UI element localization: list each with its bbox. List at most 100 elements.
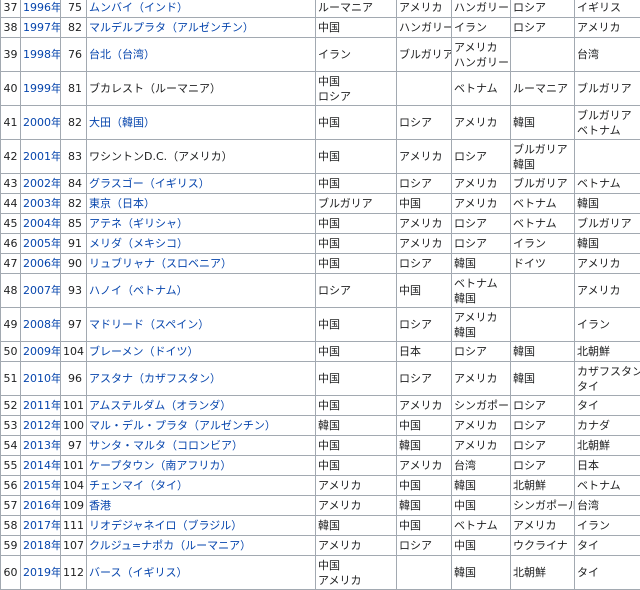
year-cell: 2005年 xyxy=(21,234,61,254)
host-city-link[interactable]: サンタ・マルタ（コロンビア） xyxy=(89,439,243,452)
year-link[interactable]: 2018年 xyxy=(23,539,61,552)
year-link[interactable]: 2002年 xyxy=(23,177,61,190)
table-row: 462005年91メリダ（メキシコ）中国アメリカロシアイラン韓国 xyxy=(1,234,640,254)
host-city-link[interactable]: アテネ（ギリシャ） xyxy=(89,217,188,230)
host-city-link[interactable]: メリダ（メキシコ） xyxy=(89,237,188,250)
host-city-link[interactable]: ハノイ（ベトナム） xyxy=(89,284,188,297)
country-name: 中国 xyxy=(399,418,449,433)
year-link[interactable]: 2000年 xyxy=(23,116,61,129)
country-count: 100 xyxy=(61,416,87,436)
host-city-link[interactable]: ケープタウン（南アフリカ） xyxy=(89,459,231,472)
year-link[interactable]: 1996年 xyxy=(23,1,61,14)
year-link[interactable]: 1997年 xyxy=(23,21,61,34)
year-link[interactable]: 2015年 xyxy=(23,479,61,492)
country-name: 中国 xyxy=(318,176,394,191)
year-cell: 2010年 xyxy=(21,362,61,396)
country-name: 台湾 xyxy=(577,47,638,62)
edition-number: 49 xyxy=(1,308,21,342)
rank-1-cell: 中国 xyxy=(316,396,397,416)
rank-5-cell: 台湾 xyxy=(575,496,640,516)
rank-4-cell: 韓国 xyxy=(511,342,575,362)
host-city: ブレーメン（ドイツ） xyxy=(87,342,316,362)
country-name: ドイツ xyxy=(513,256,572,271)
country-name: ベトナム xyxy=(454,518,508,533)
year-link[interactable]: 2013年 xyxy=(23,439,61,452)
country-name: イラン xyxy=(577,317,638,332)
year-link[interactable]: 2016年 xyxy=(23,499,61,512)
year-link[interactable]: 2007年 xyxy=(23,284,61,297)
country-name: ベトナム xyxy=(577,176,638,191)
host-city-link[interactable]: 香港 xyxy=(89,499,111,512)
country-name: 韓国 xyxy=(454,256,508,271)
host-city-link[interactable]: マルデルプラタ（アルゼンチン） xyxy=(89,21,254,34)
country-count: 93 xyxy=(61,274,87,308)
host-city-link[interactable]: グラスゴー（イギリス） xyxy=(89,177,210,190)
year-link[interactable]: 2012年 xyxy=(23,419,61,432)
country-count: 97 xyxy=(61,436,87,456)
year-cell: 2002年 xyxy=(21,174,61,194)
table-row: 532012年100マル・デル・プラタ（アルゼンチン）韓国中国アメリカロシアカナ… xyxy=(1,416,640,436)
rank-4-cell: ベトナム xyxy=(511,194,575,214)
rank-3-cell: 中国 xyxy=(452,536,511,556)
country-name: 韓国 xyxy=(454,325,508,340)
rank-2-cell: 中国 xyxy=(397,476,452,496)
host-city-link[interactable]: リュブリャナ（スロベニア） xyxy=(89,257,232,270)
host-city-link[interactable]: 大田（韓国） xyxy=(89,116,155,129)
host-city-link[interactable]: アスタナ（カザフスタン） xyxy=(89,372,221,385)
rank-4-cell: 韓国 xyxy=(511,106,575,140)
country-name: ロシア xyxy=(513,458,572,473)
rank-3-cell: ロシア xyxy=(452,342,511,362)
rank-3-cell: 台湾 xyxy=(452,456,511,476)
country-name: アメリカ xyxy=(399,216,449,231)
rank-5-cell: 台湾 xyxy=(575,38,640,72)
year-link[interactable]: 2011年 xyxy=(23,399,61,412)
country-name: アメリカ xyxy=(318,538,394,553)
year-link[interactable]: 2019年 xyxy=(23,566,61,579)
country-name: ハンガリー xyxy=(454,55,508,70)
rank-2-cell: ロシア xyxy=(397,536,452,556)
year-link[interactable]: 2017年 xyxy=(23,519,61,532)
rank-2-cell: 日本 xyxy=(397,342,452,362)
year-link[interactable]: 1999年 xyxy=(23,82,61,95)
rank-3-cell: アメリカ xyxy=(452,106,511,140)
country-name: 中国 xyxy=(318,317,394,332)
year-link[interactable]: 2009年 xyxy=(23,345,61,358)
host-city-link[interactable]: ブレーメン（ドイツ） xyxy=(89,345,199,358)
host-city: マルデルプラタ（アルゼンチン） xyxy=(87,18,316,38)
host-city-link[interactable]: リオデジャネイロ（ブラジル） xyxy=(89,519,242,532)
year-link[interactable]: 1998年 xyxy=(23,48,61,61)
edition-number: 40 xyxy=(1,72,21,106)
year-link[interactable]: 2003年 xyxy=(23,197,61,210)
rank-5-cell: アメリカ xyxy=(575,274,640,308)
year-link[interactable]: 2014年 xyxy=(23,459,61,472)
host-city-link[interactable]: バース（イギリス） xyxy=(89,566,187,579)
country-name: ルーマニア xyxy=(318,0,394,15)
country-name: ロシア xyxy=(454,149,508,164)
year-link[interactable]: 2001年 xyxy=(23,150,61,163)
host-city-link[interactable]: ムンバイ（インド） xyxy=(89,1,188,14)
rank-2-cell: アメリカ xyxy=(397,456,452,476)
year-link[interactable]: 2006年 xyxy=(23,257,61,270)
host-city-link[interactable]: マドリード（スペイン） xyxy=(89,318,209,331)
host-city-link[interactable]: アムステルダム（オランダ） xyxy=(89,399,231,412)
host-city-link[interactable]: クルジュ=ナポカ（ルーマニア） xyxy=(89,539,251,552)
year-link[interactable]: 2005年 xyxy=(23,237,61,250)
rank-3-cell: アメリカ xyxy=(452,362,511,396)
host-city: バース（イギリス） xyxy=(87,556,316,590)
year-link[interactable]: 2010年 xyxy=(23,372,61,385)
country-name: ブルガリア xyxy=(577,216,638,231)
host-city-link[interactable]: 東京（日本） xyxy=(89,197,155,210)
country-name: 中国 xyxy=(318,149,394,164)
country-name: イラン xyxy=(318,47,394,62)
rank-3-cell: ロシア xyxy=(452,140,511,174)
year-link[interactable]: 2008年 xyxy=(23,318,61,331)
year-link[interactable]: 2004年 xyxy=(23,217,61,230)
rank-4-cell: ロシア xyxy=(511,456,575,476)
country-name: 中国 xyxy=(318,256,394,271)
host-city-link[interactable]: 台北（台湾） xyxy=(89,48,155,61)
country-name: 韓国 xyxy=(454,565,508,580)
host-city-link[interactable]: チェンマイ（タイ） xyxy=(89,479,188,492)
country-name: 韓国 xyxy=(513,115,572,130)
host-city-link[interactable]: マル・デル・プラタ（アルゼンチン） xyxy=(89,419,276,432)
country-name: 中国 xyxy=(318,558,394,573)
